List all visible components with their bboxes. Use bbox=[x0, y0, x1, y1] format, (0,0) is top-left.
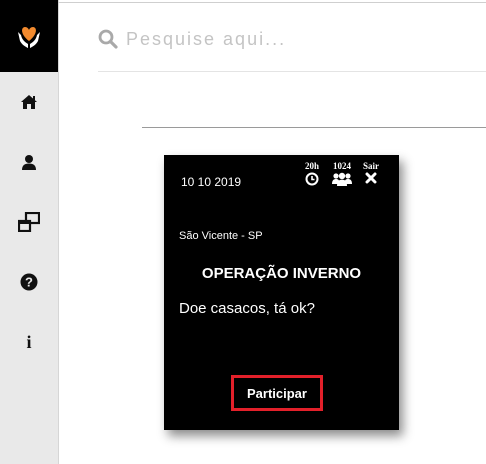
event-date: 10 10 2019 bbox=[181, 175, 242, 189]
event-participants: 1024 bbox=[327, 161, 357, 186]
event-time: 20h bbox=[297, 161, 327, 186]
exit-button[interactable]: Sair bbox=[356, 161, 386, 184]
participate-button[interactable]: Participar bbox=[231, 375, 323, 411]
event-title: OPERAÇÃO INVERNO bbox=[201, 265, 362, 282]
event-description: Doe casacos, tá ok? bbox=[179, 300, 315, 317]
clock-icon bbox=[305, 172, 319, 186]
sidebar-item-info[interactable]: i bbox=[0, 321, 58, 361]
event-participants-label: 1024 bbox=[333, 161, 351, 171]
svg-text:i: i bbox=[26, 332, 31, 350]
search-bar[interactable] bbox=[98, 22, 486, 56]
exit-label: Sair bbox=[362, 161, 379, 171]
logo[interactable] bbox=[0, 0, 58, 72]
sidebar-item-profile[interactable] bbox=[0, 142, 58, 182]
close-icon bbox=[365, 172, 377, 184]
users-icon bbox=[332, 172, 352, 186]
sidebar: ? i bbox=[0, 0, 59, 464]
sidebar-item-home[interactable] bbox=[0, 82, 58, 122]
event-location: São Vicente - SP bbox=[179, 230, 263, 242]
event-card: 10 10 2019 20h 1024 Sair São Vicente - S… bbox=[164, 155, 399, 430]
search-underline bbox=[98, 71, 486, 72]
user-icon bbox=[22, 155, 36, 170]
windows-icon bbox=[18, 212, 40, 232]
heart-hands-icon bbox=[18, 27, 40, 48]
sidebar-item-windows[interactable] bbox=[0, 202, 58, 242]
info-icon: i bbox=[26, 332, 31, 350]
search-input[interactable] bbox=[126, 28, 466, 50]
svg-text:?: ? bbox=[25, 275, 33, 290]
top-divider bbox=[58, 2, 486, 3]
home-icon bbox=[21, 95, 37, 109]
event-time-label: 20h bbox=[304, 161, 319, 171]
content-divider bbox=[142, 127, 486, 128]
help-icon: ? bbox=[20, 273, 38, 291]
search-icon bbox=[98, 29, 118, 49]
sidebar-item-help[interactable]: ? bbox=[0, 262, 58, 302]
